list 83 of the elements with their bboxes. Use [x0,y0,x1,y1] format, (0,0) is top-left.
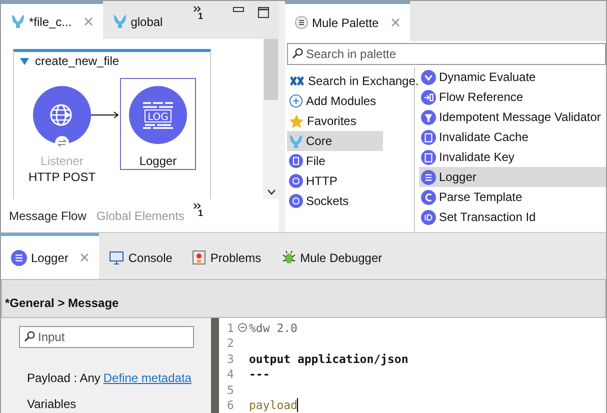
log-lines-icon [421,170,436,184]
log-label: LOG [148,112,168,124]
overflow-count: 1 [198,209,204,218]
node-caption: Listener [40,154,84,168]
template-icon [421,190,436,204]
line-number: 6 [227,398,235,412]
overflow-chevrons-icon[interactable] [193,6,201,12]
mule-logo-icon [289,134,303,148]
overflow-count: 1 [198,12,204,21]
star-icon [289,114,304,128]
mule-logo-icon [112,14,127,30]
minimize-icon [233,7,244,13]
monitor-icon [109,250,124,264]
module-item[interactable]: HTTP [287,171,383,191]
search-icon [24,331,35,342]
chevron-icon [421,70,436,84]
warning-list-icon [192,250,206,265]
editor-tab[interactable]: global [102,1,173,40]
connector-arrow [90,111,120,120]
fold-icon[interactable] [238,323,247,332]
code-text: payload [249,398,298,412]
close-icon[interactable] [390,18,400,27]
line-number: 4 [227,367,235,382]
log-lines-icon [11,250,27,266]
id-badge-icon [421,210,436,224]
code-text: --- [249,367,270,382]
panel-tab[interactable]: Problems [182,233,272,279]
variables-label[interactable]: Variables [27,397,76,411]
node-label: Logger [139,154,177,168]
exchange-logo-icon [289,74,305,88]
component-item[interactable]: Set Transaction Id [419,207,606,227]
search-field[interactable]: Search in palette [287,43,606,65]
flow-name: create_new_file [35,54,120,68]
close-icon[interactable] [80,253,90,262]
code-text: %dw 2.0 [249,320,298,335]
section-header: *General > Message [1,279,606,318]
bug-icon [281,250,296,265]
line-number: 3 [227,352,235,366]
panel-tab[interactable]: Mule Debugger [271,233,392,279]
module-item[interactable]: Sockets [287,191,383,211]
line-number: 1 [227,320,235,335]
flow-reference-icon [421,90,436,104]
line-number: 5 [227,382,235,397]
file-icon [289,154,303,168]
node-label: HTTP POST [28,170,96,184]
define-metadata-link[interactable]: Define metadata [103,371,192,385]
plus-circle-icon [289,94,303,108]
line-number: 2 [227,336,235,350]
panel-tab[interactable]: Logger [1,233,100,279]
flow-node[interactable]: LOG Logger [120,78,196,170]
globe-icon [289,174,303,188]
view-tab[interactable]: Message Flow [9,208,86,223]
editor-tab[interactable]: *file_c... [1,1,103,40]
component-item[interactable]: Idempotent Message Validator [419,107,606,127]
module-item[interactable]: Search in Exchange. [287,71,419,91]
component-item[interactable]: Parse Template [419,187,606,207]
close-icon[interactable] [84,17,93,26]
search-icon [292,48,303,59]
scroll-down-icon[interactable] [266,189,276,196]
globe-icon [289,194,303,208]
input-search-field[interactable]: Input [19,326,194,348]
menu-icon [295,16,308,29]
component-item[interactable]: Invalidate Key [419,147,606,167]
payload-label: Payload : Any [27,371,100,385]
module-item[interactable]: Core [287,131,383,151]
clipboard-icon [421,130,436,144]
collapse-triangle-icon[interactable] [20,58,29,65]
panel-tab[interactable]: Console [99,233,182,279]
filter-icon [421,110,436,124]
code-text: output application/json [249,352,408,366]
component-item[interactable]: Flow Reference [419,87,606,107]
maximize-icon [258,7,269,18]
module-item[interactable]: Favorites [287,111,383,131]
module-item[interactable]: Add Modules [287,91,383,111]
component-item[interactable]: Logger [419,167,606,187]
component-item[interactable]: Dynamic Evaluate [419,67,606,87]
clipboard-icon [421,150,436,164]
mule-logo-icon [11,14,25,30]
component-item[interactable]: Invalidate Cache [419,127,606,147]
scrollbar[interactable] [263,39,279,200]
overflow-chevrons-icon[interactable] [193,203,201,210]
palette-tab[interactable]: Mule Palette [285,1,410,41]
module-item[interactable]: File [287,151,383,171]
